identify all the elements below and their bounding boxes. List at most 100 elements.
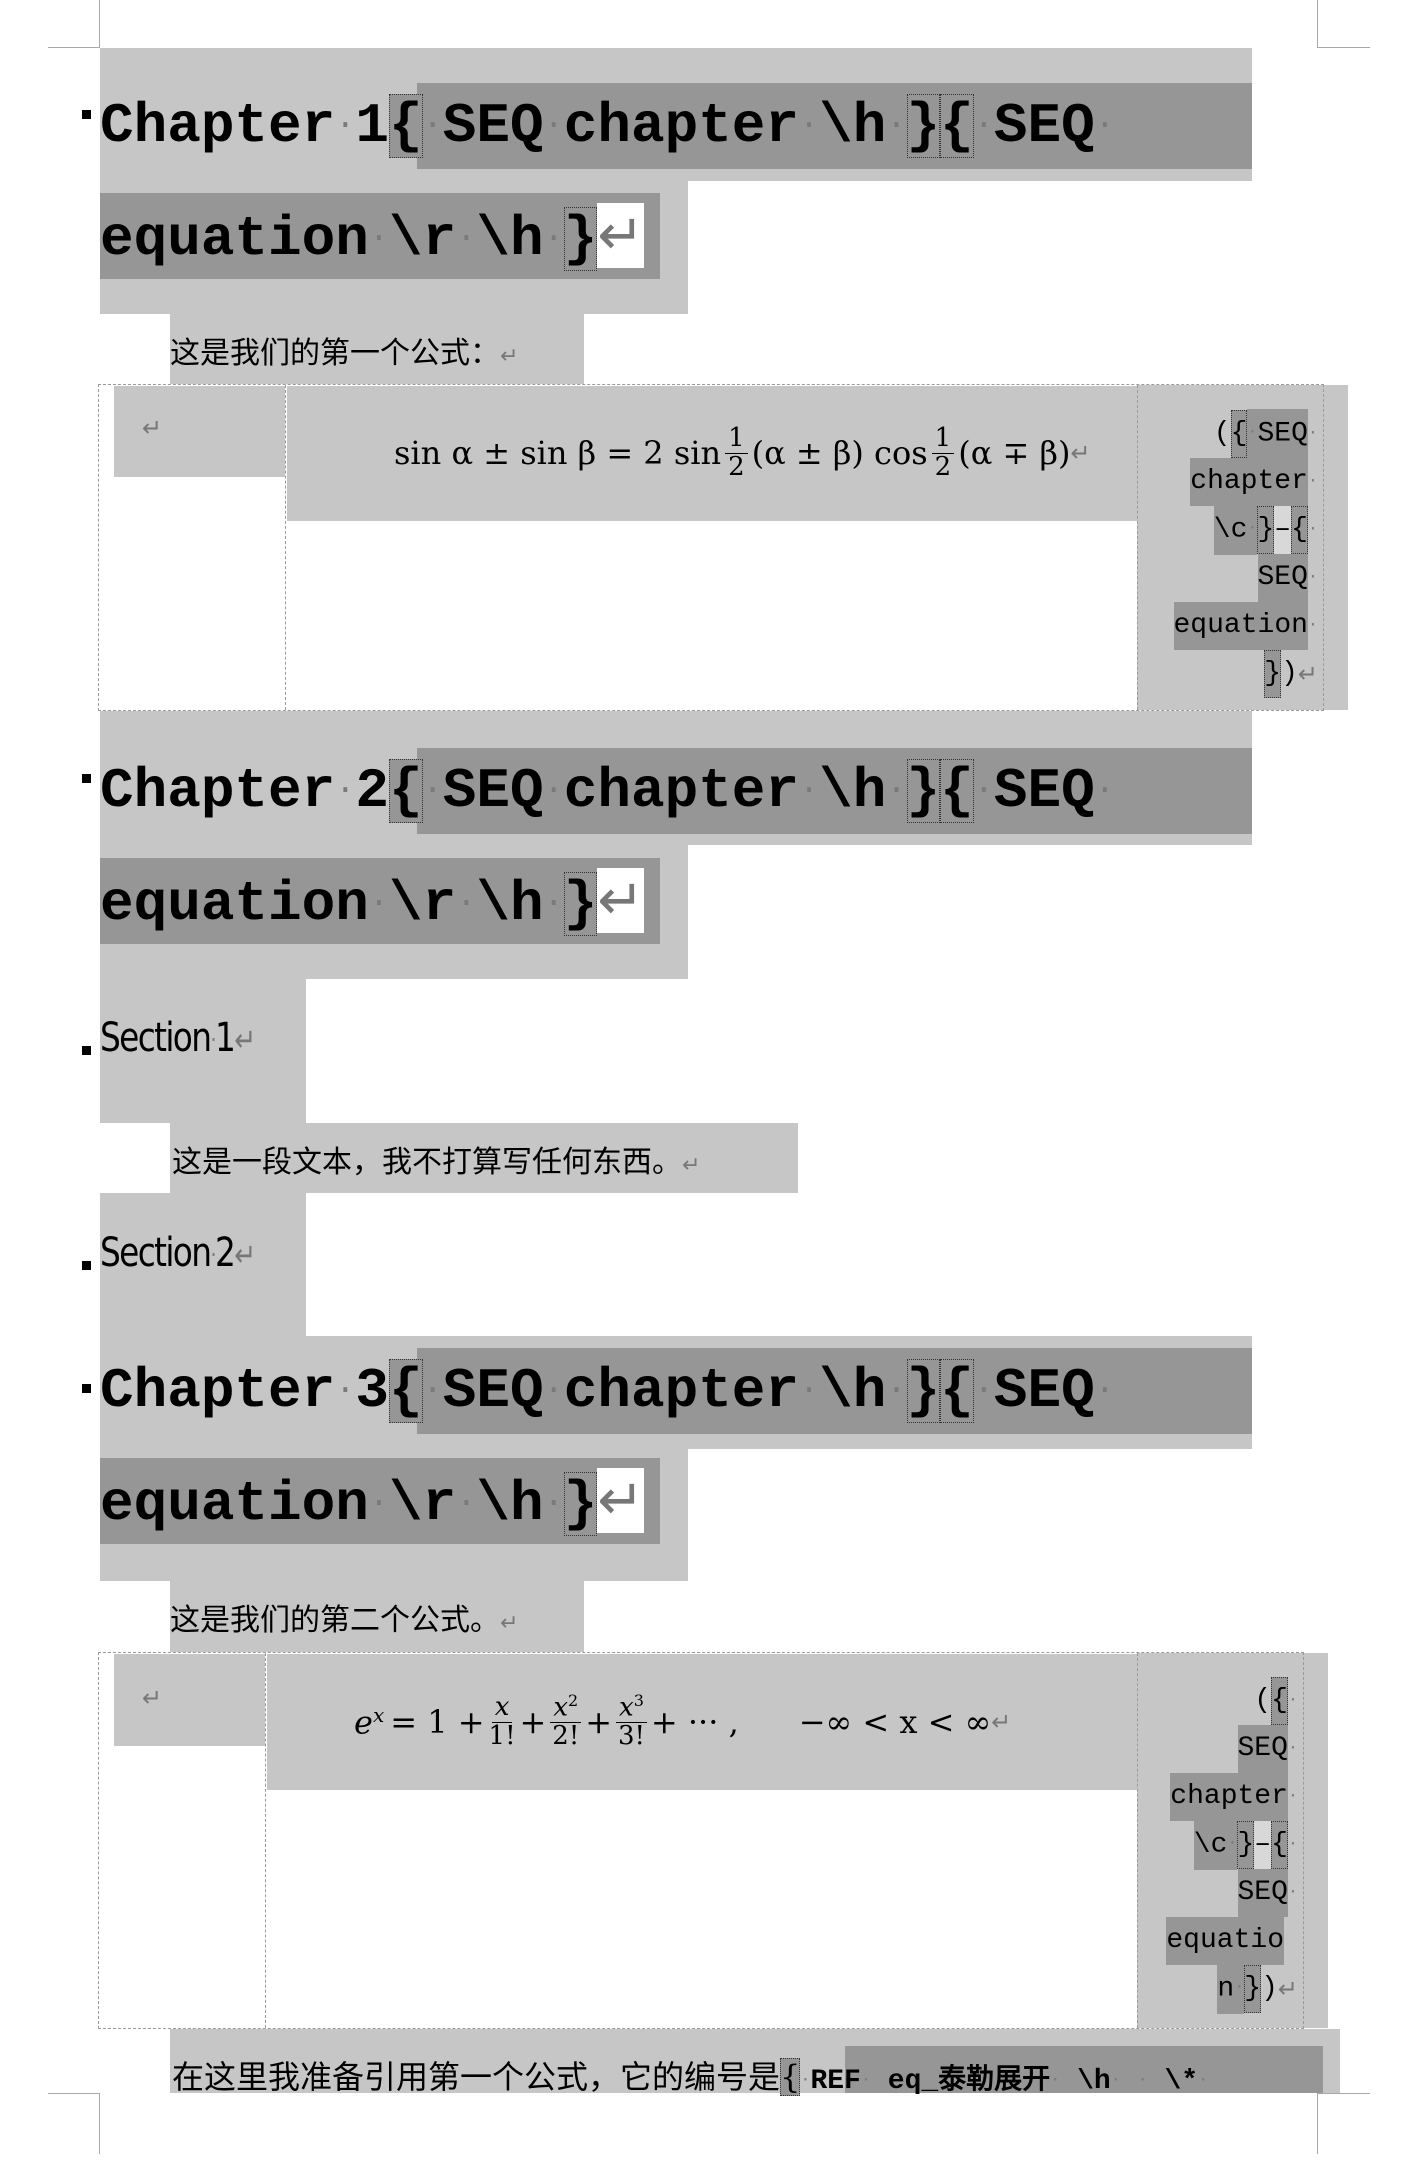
text-run: 2	[728, 451, 745, 482]
equation-number-field-2[interactable]: ({· SEQ · chapter · \c·} –{· SEQ · equatio n…	[1140, 1677, 1298, 2014]
field-code-line: chapter ·	[1140, 458, 1318, 506]
text-run: e	[354, 1703, 373, 1742]
text-run: SEQ	[442, 759, 544, 823]
space-mark: ·	[456, 1485, 477, 1524]
space-mark: ·	[799, 1372, 820, 1411]
chapter-line-1: Chapter·1{·SEQ·chapter·\h·}{·SEQ·	[100, 83, 1115, 169]
text-run: SEQ	[993, 759, 1095, 823]
paragraph-mark-icon: ↵	[991, 1708, 1012, 1736]
space-mark: ·	[1137, 2071, 1148, 2091]
space-mark: ·	[1050, 2071, 1061, 2091]
text-run: \h	[476, 1472, 544, 1536]
text-run: –	[1254, 1821, 1272, 1869]
field-code-line: chapter ·	[1140, 1773, 1298, 1821]
chapter-number: 1	[355, 94, 390, 158]
equation-number-field-1[interactable]: ({·SEQ · chapter · \c·} –{· SEQ · equation · …	[1140, 409, 1318, 698]
field-code-line: \c·} –{·	[1140, 1820, 1298, 1870]
text-run: 这是我们的第一个公式：↵	[170, 328, 518, 372]
space-mark: ·	[886, 107, 907, 146]
space-mark: ·	[973, 107, 994, 146]
field-brace[interactable]: {	[389, 759, 423, 823]
space-mark: ·	[368, 885, 389, 924]
space-mark: ·	[1287, 1835, 1298, 1854]
field-brace: {	[1230, 410, 1248, 458]
text-run: Chapter	[100, 1359, 336, 1423]
text-run: equation	[100, 872, 369, 936]
space-mark: ·	[456, 220, 477, 259]
body-paragraph-section-1[interactable]: 这是一段文本，我不打算写任何东西。↵	[170, 1123, 798, 1193]
field-brace: }	[906, 759, 941, 823]
text-run: SEQ	[442, 1359, 544, 1423]
text-run: \c·	[1193, 1820, 1238, 1870]
field-brace-open[interactable]: {	[389, 94, 423, 158]
text-run: 在这里我准备引用第一个公式，它的编号是{·REF· eq_泰勒展开· \h· ·…	[172, 2052, 1208, 2098]
paragraph-mark-icon: ↵	[500, 1611, 519, 1636]
equation-cell: ex = 1 + x 1! + x2 2! + x3 3! + ··· , −∞ < …	[267, 1654, 1137, 1790]
space-mark: ·	[799, 107, 820, 146]
field-brace-close[interactable]: }	[906, 94, 941, 158]
space-mark: ·	[973, 772, 994, 811]
field-brace: {	[389, 1359, 423, 1423]
text-run: 在这里我准备引用第一个公式，它的编号是	[172, 2058, 781, 2096]
text-run: 2!	[552, 1721, 580, 1752]
field-code-line: SEQ ·	[1140, 1869, 1298, 1917]
space-mark: ·	[422, 107, 443, 146]
text-run: \h	[476, 872, 544, 936]
chapter-line-1: Chapter·2{·SEQ·chapter·\h·}{·SEQ·	[100, 748, 1115, 834]
text-run: \h	[476, 207, 544, 271]
field-code: SEQ	[442, 94, 544, 158]
text-run: 1	[215, 1015, 236, 1061]
paragraph-mark-icon: ↵	[1297, 660, 1318, 688]
field-brace: {	[940, 1359, 974, 1423]
field-brace: }	[563, 1472, 598, 1536]
text-run: 这是我们的第二个公式。↵	[170, 1595, 518, 1639]
text-run: x	[491, 1693, 513, 1723]
space-mark: ·	[543, 1485, 564, 1524]
text-run: ·SEQ	[1247, 409, 1308, 459]
field-brace-open[interactable]: {	[940, 94, 974, 158]
intro-paragraph-1[interactable]: 这是我们的第一个公式：↵	[170, 314, 584, 384]
text-run: \r	[389, 1472, 457, 1536]
text-run: \h	[1077, 2066, 1111, 2097]
space-mark: ·	[335, 772, 356, 811]
text-run: Section	[100, 1230, 212, 1276]
text-run: \r	[389, 872, 457, 936]
text-run: )	[1261, 1973, 1278, 2004]
space-mark: ·	[973, 1372, 994, 1411]
equation-2: ex = 1 + x 1! + x2 2! + x3 3! + ··· , −∞ < …	[354, 1676, 1011, 1768]
paragraph-mark-icon: ↵	[1277, 1975, 1298, 2003]
paragraph-mark-icon: ↵	[142, 1684, 163, 1712]
text-run: 这是我们的第二个公式。	[170, 1603, 500, 1638]
text-run: ·REF· eq_泰勒展开· \h· · \*·	[800, 2066, 1208, 2097]
field-code-line: \c·} –{·	[1140, 505, 1318, 555]
fraction: x3 3!	[616, 1691, 647, 1750]
field-brace[interactable]: {	[780, 2058, 801, 2096]
text-run: chapter	[563, 1359, 800, 1423]
text-run: SEQ	[1237, 1869, 1288, 1917]
text-run: 1	[725, 424, 748, 454]
text-run: (	[1213, 418, 1231, 449]
text-run: 2	[215, 1230, 236, 1276]
space-mark: ·	[543, 1372, 564, 1411]
space-mark: ·	[886, 1372, 907, 1411]
text-run: equation	[100, 207, 369, 271]
intro-paragraph-2[interactable]: 这是我们的第二个公式。↵	[170, 1581, 584, 1652]
space-mark: ·	[543, 772, 564, 811]
table-column-divider	[265, 1653, 266, 2028]
field-code-line: SEQ ·	[1140, 554, 1318, 602]
text-run: 3	[633, 1691, 644, 1711]
space-mark: ·	[860, 2071, 871, 2091]
space-mark: ·	[1287, 1787, 1298, 1806]
chapter-number: 2	[355, 759, 390, 823]
equation-cell: sin α ± sin β = 2 sin 12 (α ± β) cos 12 …	[287, 386, 1137, 521]
text-run: +	[585, 1703, 613, 1741]
text-run: \r	[389, 207, 457, 271]
field-code-line: n·}) ↵	[1140, 1964, 1298, 2014]
crop-mark-top-left	[48, 0, 100, 48]
text-run: −∞ < x < ∞	[798, 1703, 992, 1741]
heading-bullet	[82, 1046, 91, 1055]
text-run: x	[553, 1693, 569, 1724]
text-run: Section	[100, 1015, 212, 1061]
field-brace-close[interactable]: }	[563, 207, 598, 271]
table-column-divider	[1137, 1653, 1138, 2028]
